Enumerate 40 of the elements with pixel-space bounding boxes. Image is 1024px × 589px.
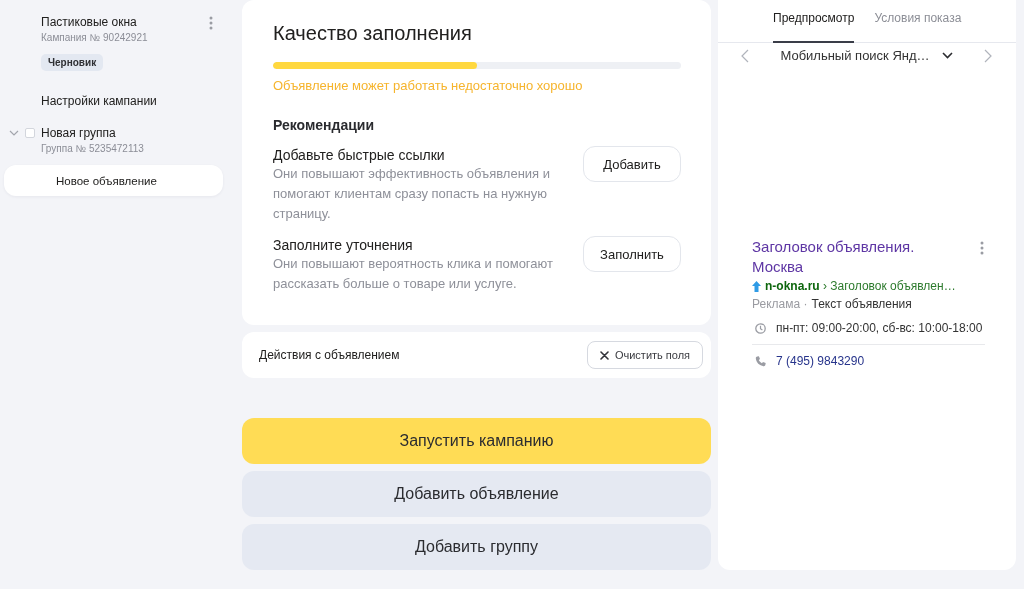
chevron-icon[interactable]	[9, 130, 19, 136]
sidebar-item[interactable]: Новое объявление	[4, 165, 223, 196]
card-title: Качество заполнения	[273, 21, 473, 45]
group-number: Группа № 5235472113	[41, 142, 144, 156]
recommendation-button[interactable]: Заполнить	[583, 236, 681, 272]
sidebar-item[interactable]: Новая группа	[41, 124, 116, 142]
sidebar-item[interactable]: Настройки кампании	[4, 86, 223, 116]
more-icon[interactable]	[980, 241, 984, 255]
quality-message: Объявление может работать недостаточно хорошо	[273, 77, 584, 95]
ad-title[interactable]: Заголовок объявления. Москва	[752, 237, 952, 277]
ad-label: Реклама ·	[752, 296, 808, 313]
secondary-button[interactable]: Добавить объявление	[242, 471, 711, 517]
campaign-title: Пастиковые окна	[41, 14, 138, 31]
campaign-number: Кампания № 90242921	[41, 31, 148, 45]
ad-url[interactable]: n-okna.ru › Заголовок объявлен…	[765, 277, 956, 295]
actions-label: Действия с объявлением	[259, 347, 400, 363]
preview-tab[interactable]: Предпросмотр	[773, 0, 855, 43]
chevron-right-icon[interactable]	[984, 48, 992, 63]
clear-fields-button[interactable]: Очистить поля	[587, 341, 703, 369]
ad-hours: пн-пт: 09:00-20:00, сб-вс: 10:00-18:00	[776, 320, 983, 337]
phone-icon	[755, 355, 766, 367]
status-badge: Черновик	[41, 54, 104, 71]
ad-phone[interactable]: 7 (495) 9843290	[776, 352, 865, 370]
arrow-up-icon	[752, 280, 761, 292]
recommendation-title: Заполните уточнения	[273, 236, 413, 254]
recommendation-text: Они повышают вероятность клика и помогают рассказать больше о товаре или услуге.	[273, 255, 554, 293]
recommendation-text: Они повышают эффективность объявления и помогают клиентам сразу попасть на нужную страницу.	[273, 165, 552, 223]
clock-icon	[755, 322, 766, 334]
device-select[interactable]: Мобильный поиск Янд…	[749, 48, 984, 63]
cross-icon	[599, 350, 609, 360]
ad-text: Текст объявления	[811, 296, 912, 313]
caret-icon	[941, 52, 953, 59]
recommendation-title: Добавьте быстрые ссылки	[273, 146, 445, 164]
secondary-button[interactable]: Добавить группу	[242, 524, 711, 570]
chevron-left-icon[interactable]	[741, 48, 749, 63]
checkbox[interactable]	[25, 128, 35, 138]
more-icon[interactable]	[209, 16, 213, 30]
primary-button[interactable]: Запустить кампанию	[242, 418, 711, 464]
recommendation-button[interactable]: Добавить	[583, 146, 681, 182]
section-title: Рекомендации	[273, 116, 376, 134]
